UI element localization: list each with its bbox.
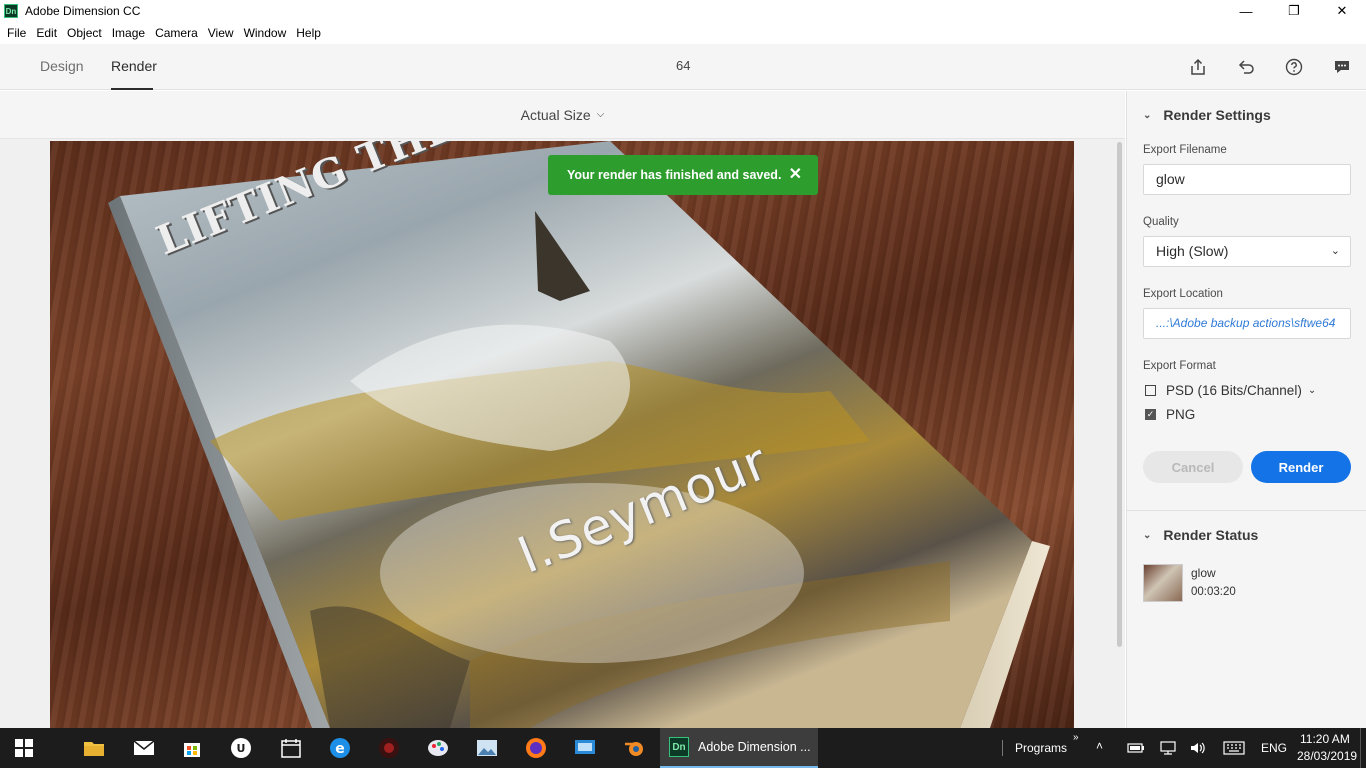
svg-text:e: e	[335, 741, 345, 757]
undo-icon[interactable]	[1235, 56, 1257, 78]
quality-select[interactable]: High (Slow) ⌄	[1143, 236, 1351, 267]
canvas-scrollbar[interactable]	[1117, 142, 1122, 647]
clock-time[interactable]: 11:20 AM	[1300, 732, 1350, 746]
quality-value: High (Slow)	[1156, 243, 1229, 259]
menu-image[interactable]: Image	[112, 26, 145, 40]
render-settings-panel: ⌄ Render Settings Export Filename glow Q…	[1126, 91, 1366, 728]
calendar-icon[interactable]	[279, 736, 303, 760]
export-location-label: Export Location	[1143, 288, 1223, 300]
tab-design[interactable]: Design	[40, 44, 84, 90]
checkbox-checked-icon[interactable]: ✓	[1145, 409, 1156, 420]
programs-toolbar[interactable]: Programs	[1015, 741, 1067, 755]
render-button[interactable]: Render	[1251, 451, 1351, 483]
menu-edit[interactable]: Edit	[36, 26, 57, 40]
render-status-time: 00:03:20	[1191, 586, 1236, 598]
media-app-icon[interactable]	[377, 736, 401, 760]
file-explorer-icon[interactable]	[82, 736, 106, 760]
windows-taskbar: U e Dn Adobe Dimension ... Programs » ˄	[0, 728, 1366, 768]
volume-icon[interactable]	[1186, 736, 1210, 760]
chevron-up-icon[interactable]: ˄	[1096, 739, 1103, 753]
dimension-logo-icon: Dn	[4, 4, 18, 18]
tab-render[interactable]: Render	[111, 44, 157, 90]
share-icon[interactable]	[1187, 56, 1209, 78]
render-settings-title: Render Settings	[1163, 107, 1271, 123]
menu-camera[interactable]: Camera	[155, 26, 198, 40]
render-settings-header[interactable]: ⌄ Render Settings	[1143, 107, 1271, 123]
psd-format-option[interactable]: PSD (16 Bits/Channel) ⌄	[1145, 383, 1316, 398]
blender-icon[interactable]	[622, 736, 646, 760]
chevron-down-icon: ⌄	[1143, 529, 1152, 541]
menu-object[interactable]: Object	[67, 26, 102, 40]
expand-toolbar-icon[interactable]: »	[1073, 732, 1079, 743]
taskbar-separator	[1002, 740, 1003, 756]
mail-icon[interactable]	[132, 736, 156, 760]
psd-format-label: PSD (16 Bits/Channel)	[1166, 383, 1302, 398]
checkbox-unchecked-icon[interactable]	[1145, 385, 1156, 396]
help-icon[interactable]	[1283, 56, 1305, 78]
document-title: 64	[676, 58, 691, 73]
toast-message: Your render has finished and saved.	[567, 168, 782, 182]
battery-icon[interactable]	[1124, 736, 1148, 760]
network-icon[interactable]	[1156, 736, 1180, 760]
export-filename-label: Export Filename	[1143, 144, 1227, 156]
toast-close-icon[interactable]: ✕	[789, 164, 802, 184]
render-status-header[interactable]: ⌄ Render Status	[1143, 527, 1258, 543]
taskbar-dimension-app[interactable]: Dn Adobe Dimension ...	[660, 728, 818, 768]
firefox-icon[interactable]	[524, 736, 548, 760]
language-indicator[interactable]: ENG	[1261, 741, 1287, 755]
menu-bar: File Edit Object Image Camera View Windo…	[0, 22, 1366, 44]
cancel-button[interactable]: Cancel	[1143, 451, 1243, 483]
export-location-input[interactable]: ...:\Adobe backup actions\sftwe64	[1143, 308, 1351, 339]
panel-divider	[1127, 510, 1366, 511]
png-format-option[interactable]: ✓ PNG	[1145, 407, 1195, 422]
zoom-label: Actual Size	[520, 106, 591, 123]
remote-desktop-icon[interactable]	[573, 736, 597, 760]
export-format-label: Export Format	[1143, 360, 1216, 372]
feedback-icon[interactable]	[1331, 56, 1353, 78]
png-format-label: PNG	[1166, 407, 1196, 422]
windows-start-icon[interactable]	[12, 736, 36, 760]
maximize-button[interactable]: ❐	[1270, 0, 1318, 22]
chevron-down-icon[interactable]: ⌄	[1308, 385, 1316, 396]
edge-browser-icon[interactable]: e	[328, 736, 352, 760]
export-filename-input[interactable]: glow	[1143, 164, 1351, 195]
menu-help[interactable]: Help	[296, 26, 321, 40]
taskbar-dimension-label: Adobe Dimension ...	[698, 740, 811, 754]
chevron-down-icon: ⌄	[1143, 109, 1152, 121]
render-finished-toast: Your render has finished and saved. ✕	[548, 155, 818, 195]
title-bar: Dn Adobe Dimension CC — ❐ ✕	[0, 0, 1366, 22]
render-preview[interactable]: LIFTING THE MIST I.Seymour	[50, 141, 1074, 728]
clock-date[interactable]: 28/03/2019	[1297, 749, 1357, 763]
render-status-name: glow	[1191, 566, 1216, 580]
top-navigation: Design Render 64	[0, 44, 1366, 90]
menu-view[interactable]: View	[208, 26, 234, 40]
chevron-down-icon: ⌄	[1330, 245, 1340, 257]
window-title: Adobe Dimension CC	[25, 4, 141, 18]
quality-label: Quality	[1143, 216, 1179, 228]
svg-text:U: U	[237, 742, 246, 755]
menu-file[interactable]: File	[7, 26, 26, 40]
minimize-button[interactable]: —	[1222, 0, 1270, 22]
unreal-engine-icon[interactable]: U	[229, 736, 253, 760]
image-viewer-icon[interactable]	[475, 736, 499, 760]
chevron-down-icon: ⌵	[596, 109, 605, 120]
zoom-selector[interactable]: Actual Size ⌵	[0, 91, 1125, 139]
paint-app-icon[interactable]	[426, 736, 450, 760]
show-desktop-button[interactable]	[1360, 728, 1366, 768]
menu-window[interactable]: Window	[244, 26, 287, 40]
render-status-title: Render Status	[1163, 527, 1259, 543]
dimension-logo-icon: Dn	[669, 737, 689, 757]
render-thumbnail[interactable]	[1143, 564, 1183, 602]
close-button[interactable]: ✕	[1318, 0, 1366, 22]
store-icon[interactable]	[180, 736, 204, 760]
keyboard-icon[interactable]	[1222, 736, 1246, 760]
